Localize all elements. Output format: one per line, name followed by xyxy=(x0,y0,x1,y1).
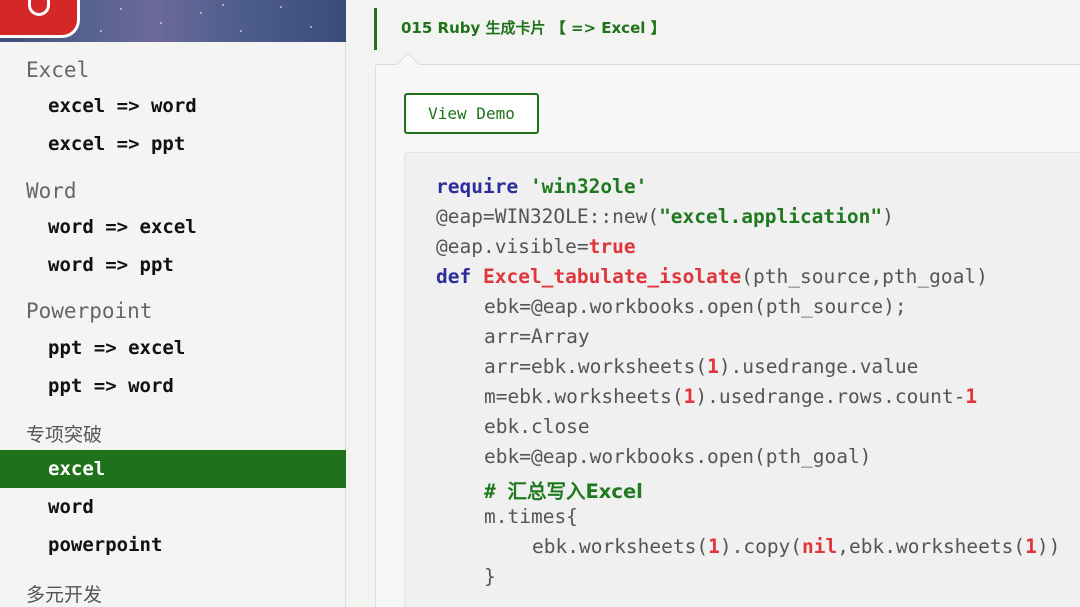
code-line: ebk.worksheets(1).copy(nil,ebk.worksheet… xyxy=(532,535,1061,558)
code-line: ebk.close xyxy=(484,415,590,438)
nav-section-powerpoint: Powerpoint xyxy=(26,299,153,323)
main-content: 015 Ruby 生成卡片 【 => Excel 】 View Demo req… xyxy=(346,0,1080,607)
header-banner xyxy=(0,0,346,42)
code-line: ebk=@eap.workbooks.open(pth_source); xyxy=(484,295,907,318)
view-demo-button[interactable]: View Demo xyxy=(404,93,539,134)
nav-item-word-to-ppt[interactable]: word => ppt xyxy=(0,246,346,284)
code-line: arr=ebk.worksheets(1).usedrange.value xyxy=(484,355,919,378)
nav-item-excel-to-ppt[interactable]: excel => ppt xyxy=(0,125,346,163)
nav-section-multi: 多元开发 xyxy=(26,584,103,606)
code-block: require 'win32ole' @eap=WIN32OLE::new("e… xyxy=(404,152,1080,607)
code-line: @eap.visible=true xyxy=(436,235,636,258)
code-line: } xyxy=(484,565,496,588)
code-comment: # 汇总写入Excel xyxy=(484,480,643,503)
nav-section-special: 专项突破 xyxy=(26,424,103,446)
code-line: arr=Array xyxy=(484,325,590,348)
page-title: 015 Ruby 生成卡片 【 => Excel 】 xyxy=(374,8,666,50)
site-logo[interactable] xyxy=(0,0,80,38)
nav-section-word: Word xyxy=(26,179,77,203)
nav-section-excel: Excel xyxy=(26,58,90,82)
code-line: @eap=WIN32OLE::new("excel.application") xyxy=(436,205,894,228)
nav-item-excel-to-word[interactable]: excel => word xyxy=(0,87,346,125)
code-line: ebk=@eap.workbooks.open(pth_goal) xyxy=(484,445,872,468)
nav-item-special-word[interactable]: word xyxy=(0,488,346,526)
code-line: m=ebk.worksheets(1).usedrange.rows.count… xyxy=(484,385,978,408)
nav-item-ppt-to-word[interactable]: ppt => word xyxy=(0,367,346,405)
nav-item-word-to-excel[interactable]: word => excel xyxy=(0,208,346,246)
code-line: def Excel_tabulate_isolate(pth_source,pt… xyxy=(436,265,988,288)
code-line: require 'win32ole' xyxy=(436,175,648,198)
nav-item-special-powerpoint[interactable]: powerpoint xyxy=(0,526,346,564)
nav-item-ppt-to-excel[interactable]: ppt => excel xyxy=(0,329,346,367)
nav-item-special-excel[interactable]: excel xyxy=(0,450,346,488)
logo-icon xyxy=(28,0,50,16)
sidebar: Excel excel => word excel => ppt Word wo… xyxy=(0,0,346,607)
code-line: m.times{ xyxy=(484,505,578,528)
